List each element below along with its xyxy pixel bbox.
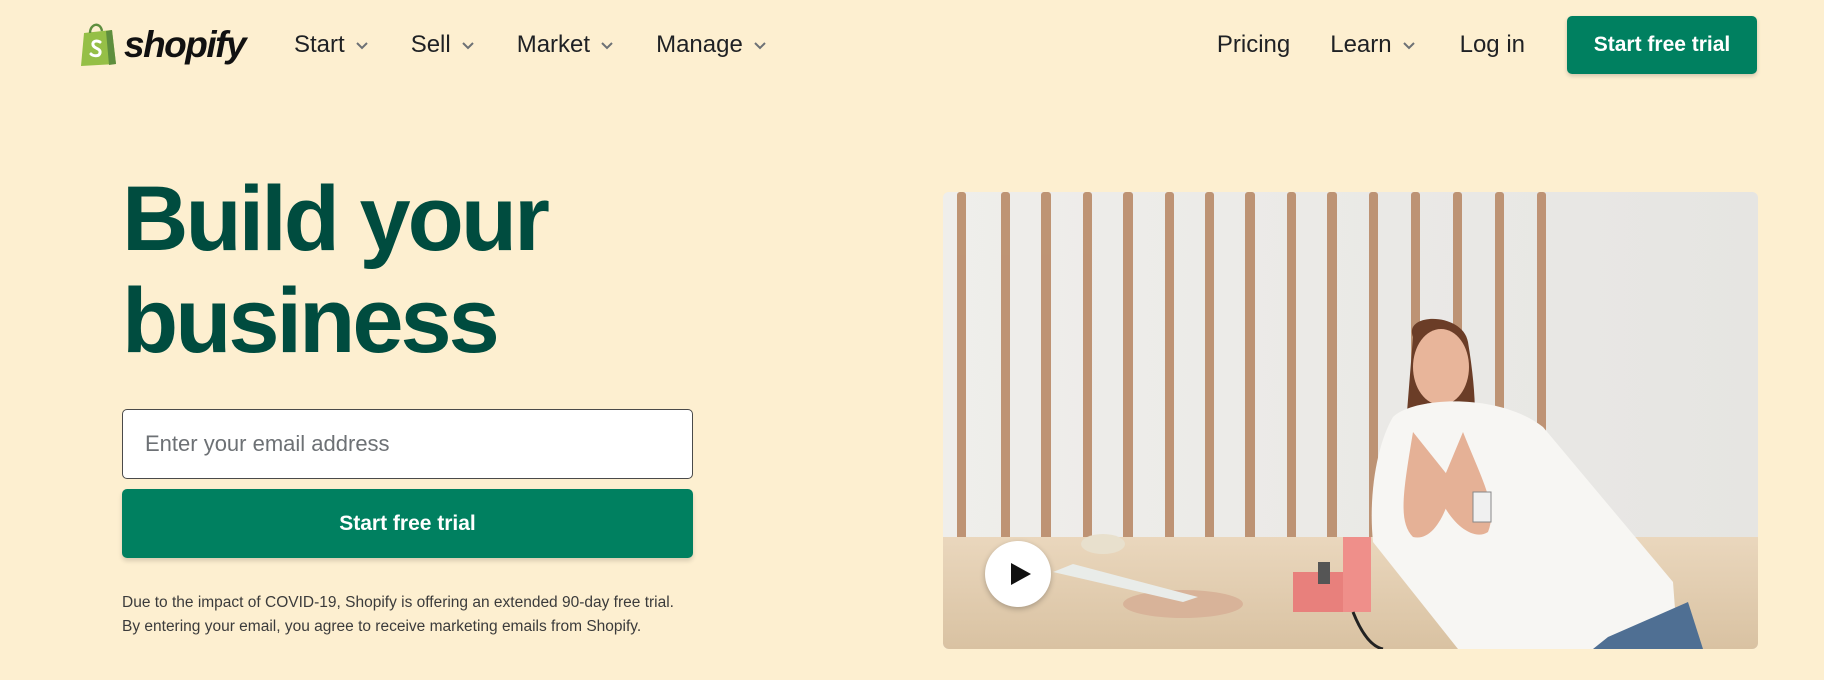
nav-market-label: Market [516,31,591,58]
headline-line-1: Build your [122,168,550,270]
nav-market[interactable]: Market [517,26,614,64]
nav-learn-label: Learn [1330,31,1392,58]
nav-learn[interactable]: Learn [1330,16,1415,74]
chevron-down-icon [462,41,474,49]
hero-headline: Build your business [122,168,682,372]
headline-line-2: business [122,270,500,372]
nav-sell[interactable]: Sell [411,26,475,64]
nav-start-label: Start [294,31,345,58]
play-icon [1010,563,1031,585]
shopify-logo[interactable]: shopify [78,20,247,68]
video-thumbnail-image [943,192,1758,649]
secondary-menu: Pricing Learn Log in Start free trial [1217,16,1824,74]
login-link[interactable]: Log in [1460,16,1525,74]
hero-video[interactable] [943,192,1758,649]
email-input[interactable] [122,409,693,479]
logo-wordmark: shopify [124,23,247,65]
nav-start[interactable]: Start [294,26,369,64]
covid-disclaimer: Due to the impact of COVID-19, Shopify i… [122,594,674,635]
top-navigation: shopify Start Sell Market Manage Pricing [0,0,1824,90]
chevron-down-icon [601,41,613,49]
nav-manage[interactable]: Manage [656,26,767,64]
page: shopify Start Sell Market Manage Pricing [0,0,1824,680]
hero-start-free-trial-button[interactable]: Start free trial [122,489,693,558]
primary-menu: Start Sell Market Manage [294,26,809,64]
nav-manage-label: Manage [656,31,743,58]
play-video-button[interactable] [985,541,1051,607]
chevron-down-icon [754,41,766,49]
chevron-down-icon [355,41,368,49]
nav-sell-label: Sell [410,31,451,58]
nav-pricing-link[interactable]: Pricing [1217,16,1290,74]
chevron-down-icon [1402,41,1415,49]
shopping-bag-icon [81,23,116,66]
nav-start-free-trial-button[interactable]: Start free trial [1567,16,1757,74]
